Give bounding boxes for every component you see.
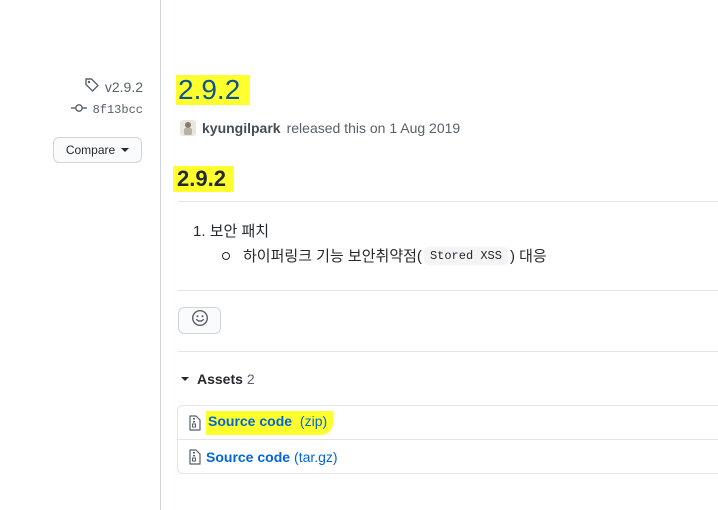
file-zip-icon <box>188 448 202 465</box>
sub-text-before: 하이퍼링크 기능 보안취약점( <box>243 248 422 265</box>
tag-icon <box>84 77 100 96</box>
list-item: 1. 보안 패치 <box>193 220 269 241</box>
author-link[interactable]: kyungilpark <box>202 120 281 136</box>
asset-ext: (zip) <box>299 412 328 429</box>
notes-heading: 2.9.2 <box>173 166 234 192</box>
assets-rule <box>178 351 718 352</box>
list-number: 1. <box>193 223 206 240</box>
assets-count: 2 <box>246 371 255 387</box>
assets-toggle[interactable]: Assets 2 <box>181 371 255 387</box>
commit-icon <box>70 103 87 117</box>
compare-button[interactable]: Compare <box>53 137 142 163</box>
avatar[interactable] <box>180 120 196 136</box>
asset-list: Source code (zip) Source code (tar.gz) <box>177 405 718 474</box>
triangle-down-icon <box>181 377 189 381</box>
heading-rule <box>178 201 718 202</box>
inline-code: Stored XSS <box>423 246 508 265</box>
section-rule <box>178 290 718 291</box>
circle-bullet-icon <box>222 251 230 260</box>
commit-sha: 8f13bcc <box>92 103 143 117</box>
sub-text-after: ) 대응 <box>509 248 547 265</box>
compare-label: Compare <box>65 143 116 157</box>
asset-name-link[interactable]: Source code <box>206 449 290 465</box>
asset-row[interactable]: Source code (tar.gz) <box>178 439 718 473</box>
sub-list-item: 하이퍼링크 기능 보안취약점( Stored XSS ) 대응 <box>222 245 547 266</box>
file-zip-icon <box>188 414 202 431</box>
release-title[interactable]: 2.9.2 <box>176 75 251 105</box>
asset-row[interactable]: Source code (zip) <box>178 406 718 439</box>
released-text: released this on 1 Aug 2019 <box>286 120 461 136</box>
caret-down-icon <box>121 148 130 152</box>
tag-label: v2.9.2 <box>104 78 143 95</box>
asset-ext: (tar.gz) <box>294 448 338 465</box>
list-text: 보안 패치 <box>209 223 270 240</box>
release-tag[interactable]: v2.9.2 <box>84 77 143 96</box>
release-byline: kyungilpark released this on 1 Aug 2019 <box>180 120 460 136</box>
smiley-icon <box>191 309 209 332</box>
add-reaction-button[interactable] <box>178 307 221 334</box>
asset-name-link[interactable]: Source code <box>208 413 292 429</box>
assets-label: Assets <box>197 371 243 387</box>
commit-link[interactable]: 8f13bcc <box>70 103 143 117</box>
asset-highlight: Source code (zip) <box>206 410 334 435</box>
vertical-divider <box>160 0 161 510</box>
